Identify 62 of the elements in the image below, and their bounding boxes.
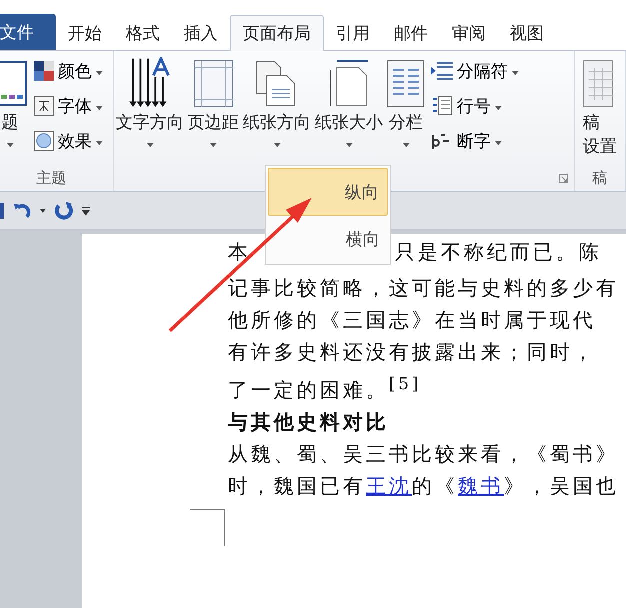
- customize-icon[interactable]: [81, 206, 91, 216]
- theme-option-button[interactable]: 效果: [34, 127, 103, 155]
- theme-option-button[interactable]: 字体: [34, 92, 103, 120]
- ribbon-tab[interactable]: 引用: [324, 16, 382, 50]
- caret-icon: [96, 70, 103, 76]
- document-text: 》，吴国也: [504, 474, 619, 498]
- group-label: 主题: [36, 168, 68, 188]
- document-text: 有许多史料还没有披露出来；同时，: [228, 340, 596, 364]
- themes-button[interactable]: 题: [0, 57, 30, 165]
- link[interactable]: 王沈: [366, 474, 412, 498]
- ribbon-tab[interactable]: 文件: [0, 14, 56, 50]
- caret-icon: [495, 106, 502, 110]
- ribbon-button[interactable]: 稿 设置: [575, 57, 619, 165]
- ribbon-tab[interactable]: 插入: [172, 16, 230, 50]
- link[interactable]: 魏书: [458, 474, 504, 498]
- circle-icon: [34, 131, 54, 151]
- redo-icon[interactable]: [54, 200, 74, 220]
- ribbon-tab[interactable]: 格式: [114, 16, 172, 50]
- breaks-icon: [431, 61, 453, 81]
- font-icon: [34, 96, 54, 116]
- color-swatch-icon: [34, 61, 54, 81]
- caret-icon: [96, 140, 103, 146]
- crop-mark: [190, 509, 225, 546]
- ribbon-tab[interactable]: 邮件: [382, 16, 440, 50]
- ribbon-button[interactable]: 文字方向: [114, 57, 186, 165]
- document-text: 只是不称纪而已。陈: [395, 240, 602, 264]
- theme-option-button[interactable]: 颜色: [34, 57, 103, 85]
- ribbon-button[interactable]: 分隔符: [431, 57, 519, 85]
- caret-icon: [402, 143, 410, 148]
- ribbon-button[interactable]: 断字: [431, 127, 519, 155]
- ribbon-tab[interactable]: 页面布局: [230, 15, 324, 51]
- document-text: 从魏、蜀、吴三书比较来看，《蜀书》: [228, 442, 619, 466]
- ribbon-button[interactable]: 行号: [431, 92, 519, 120]
- caret-icon: [146, 143, 154, 148]
- menu-item[interactable]: 纵向: [268, 168, 388, 216]
- save-icon[interactable]: [0, 202, 5, 218]
- caret-icon: [210, 143, 217, 148]
- ribbon-button[interactable]: 页边距: [186, 57, 241, 165]
- caret-icon[interactable]: [39, 208, 47, 214]
- caret-icon: [512, 70, 519, 76]
- ribbon-button[interactable]: 分栏: [385, 57, 427, 165]
- ribbon-tab[interactable]: 开始: [56, 16, 114, 50]
- ribbon-tab[interactable]: 审阅: [440, 16, 498, 50]
- ribbon-tab[interactable]: 视图: [498, 16, 556, 50]
- caret-icon: [96, 106, 103, 110]
- caret-icon: [274, 143, 280, 148]
- document-text: 记事比较简略，这可能与史料的多少有: [228, 276, 619, 300]
- document-text: 他所修的《三国志》在当时属于现代: [228, 308, 596, 332]
- document-text: 时，魏国已有: [228, 474, 366, 498]
- document-text: 本: [228, 240, 251, 264]
- document-text: 与其他史料对比: [228, 410, 389, 434]
- group-label: 稿: [592, 168, 608, 188]
- ribbon-button[interactable]: 纸张方向: [241, 57, 313, 165]
- menu-item[interactable]: 横向: [268, 216, 388, 262]
- ribbon-button[interactable]: 纸张大小: [313, 57, 385, 165]
- caret-icon: [6, 143, 14, 148]
- dialog-launcher-icon[interactable]: [559, 174, 568, 182]
- caret-icon: [495, 140, 502, 146]
- caret-icon: [346, 143, 352, 148]
- line-numbers-icon: [431, 96, 453, 116]
- document-text: 的《: [412, 474, 458, 498]
- document-text: 了一定的困难。$^{[5]}$: [228, 378, 422, 402]
